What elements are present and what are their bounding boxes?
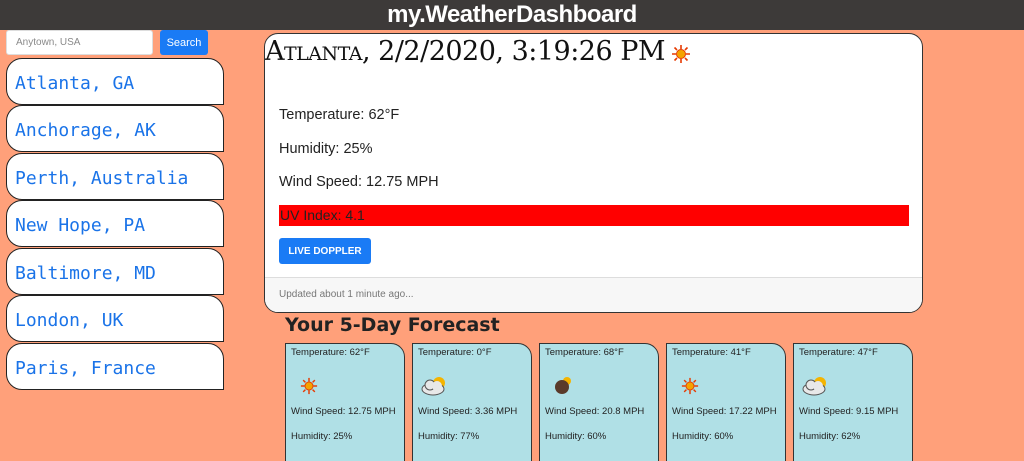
- city-label: Anchorage, AK: [15, 120, 156, 141]
- updated-footer: Updated about 1 minute ago...: [265, 277, 922, 312]
- city-label: Paris, France: [15, 358, 156, 379]
- cloud-icon: [802, 377, 826, 396]
- forecast-wind: Wind Speed: 9.15 MPH: [799, 406, 899, 417]
- city-item-perth[interactable]: Perth, Australia: [6, 153, 224, 200]
- app-header: my.WeatherDashboard: [0, 0, 1024, 30]
- live-doppler-button[interactable]: LIVE DOPPLER: [279, 238, 371, 264]
- forecast-humidity: Humidity: 60%: [545, 431, 607, 442]
- cloud-icon: [421, 377, 445, 396]
- city-item-baltimore[interactable]: Baltimore, MD: [6, 248, 224, 295]
- city-label: London, UK: [15, 310, 124, 331]
- city-label: Perth, Australia: [15, 168, 189, 189]
- wind-speed-text: Wind Speed: 12.75 MPH: [279, 174, 439, 190]
- forecast-wind: Wind Speed: 17.22 MPH: [672, 406, 777, 417]
- city-item-london[interactable]: London, UK: [6, 295, 224, 342]
- forecast-humidity: Humidity: 25%: [291, 431, 353, 442]
- uv-index-bar: UV Index: 4.1: [279, 205, 909, 226]
- forecast-temp: Temperature: 47°F: [799, 347, 878, 358]
- forecast-card: Temperature: 62°F Wind Speed: 12.75 MPH …: [285, 343, 405, 461]
- sun-icon: [672, 45, 690, 63]
- search-button[interactable]: Search: [160, 30, 208, 55]
- forecast-card: Temperature: 0°F Wind Speed: 3.36 MPH Hu…: [412, 343, 532, 461]
- city-item-new-hope[interactable]: New Hope, PA: [6, 200, 224, 247]
- city-item-atlanta[interactable]: Atlanta, GA: [6, 58, 224, 105]
- city-label: Atlanta, GA: [15, 73, 135, 94]
- forecast-temp: Temperature: 68°F: [545, 347, 624, 358]
- forecast-temp: Temperature: 0°F: [418, 347, 492, 358]
- current-weather-card: Atlanta, 2/2/2020, 3:19:26 PM Temperatur…: [264, 33, 923, 313]
- sun-icon: [681, 377, 699, 395]
- temperature-text: Temperature: 62°F: [279, 107, 400, 123]
- current-heading: Atlanta, 2/2/2020, 3:19:26 PM: [265, 36, 666, 67]
- sun-icon: [300, 377, 318, 395]
- forecast-card: Temperature: 41°F Wind Speed: 17.22 MPH …: [666, 343, 786, 461]
- forecast-card: Temperature: 68°F Wind Speed: 20.8 MPH H…: [539, 343, 659, 461]
- forecast-humidity: Humidity: 77%: [418, 431, 480, 442]
- forecast-title: Your 5-Day Forecast: [285, 314, 500, 336]
- forecast-card: Temperature: 47°F Wind Speed: 9.15 MPH H…: [793, 343, 913, 461]
- city-label: Baltimore, MD: [15, 263, 156, 284]
- humidity-text: Humidity: 25%: [279, 141, 373, 157]
- city-item-anchorage[interactable]: Anchorage, AK: [6, 105, 224, 152]
- dark-cloud-icon: [555, 377, 571, 394]
- forecast-wind: Wind Speed: 3.36 MPH: [418, 406, 518, 417]
- forecast-temp: Temperature: 62°F: [291, 347, 370, 358]
- forecast-wind: Wind Speed: 12.75 MPH: [291, 406, 396, 417]
- forecast-humidity: Humidity: 60%: [672, 431, 734, 442]
- search-input[interactable]: [6, 30, 153, 55]
- forecast-temp: Temperature: 41°F: [672, 347, 751, 358]
- city-item-paris[interactable]: Paris, France: [6, 343, 224, 390]
- city-label: New Hope, PA: [15, 215, 146, 236]
- forecast-wind: Wind Speed: 20.8 MPH: [545, 406, 645, 417]
- forecast-humidity: Humidity: 62%: [799, 431, 861, 442]
